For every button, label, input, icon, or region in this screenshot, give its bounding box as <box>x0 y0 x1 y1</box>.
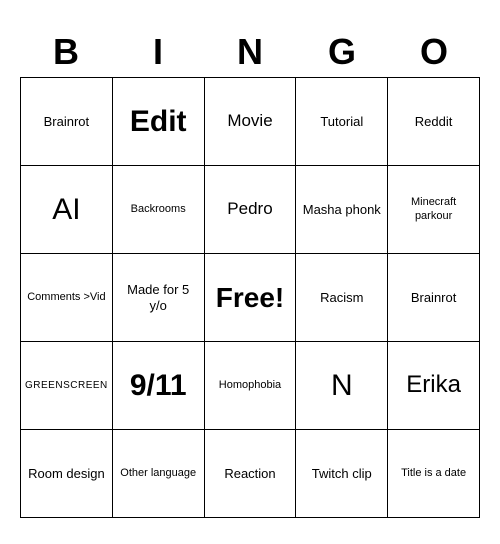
bingo-cell-0: Brainrot <box>21 78 113 166</box>
bingo-card: B I N G O Brainrot Edit Movie Tutorial Reddi… <box>20 26 480 518</box>
cell-text-18: N <box>331 368 353 404</box>
bingo-cell-24: Title is a date <box>388 430 480 518</box>
bingo-cell-14: Brainrot <box>388 254 480 342</box>
letter-o: O <box>388 26 480 77</box>
cell-text-5: AI <box>52 192 80 228</box>
bingo-header: B I N G O <box>20 26 480 77</box>
cell-text-16: 9/11 <box>130 368 187 404</box>
cell-text-24: Title is a date <box>401 467 466 480</box>
cell-text-20: Room design <box>28 466 105 482</box>
letter-b: B <box>20 26 112 77</box>
bingo-cell-5: AI <box>21 166 113 254</box>
bingo-cell-23: Twitch clip <box>296 430 388 518</box>
bingo-cell-2: Movie <box>205 78 297 166</box>
cell-text-4: Reddit <box>415 114 453 130</box>
bingo-grid: Brainrot Edit Movie Tutorial Reddit AI Backroo… <box>20 77 480 518</box>
cell-text-14: Brainrot <box>411 290 457 306</box>
cell-text-3: Tutorial <box>320 114 363 130</box>
letter-n: N <box>204 26 296 77</box>
cell-text-12: Free! <box>216 281 284 315</box>
letter-g: G <box>296 26 388 77</box>
cell-text-9: Minecraft parkour <box>392 196 475 222</box>
cell-text-0: Brainrot <box>44 114 90 130</box>
bingo-cell-18: N <box>296 342 388 430</box>
cell-text-11: Made for 5 y/o <box>117 282 200 313</box>
bingo-cell-13: Racism <box>296 254 388 342</box>
cell-text-13: Racism <box>320 290 363 306</box>
bingo-cell-6: Backrooms <box>113 166 205 254</box>
cell-text-6: Backrooms <box>131 203 186 216</box>
bingo-cell-7: Pedro <box>205 166 297 254</box>
cell-text-10: Comments >Vid <box>27 291 105 304</box>
cell-text-22: Reaction <box>224 466 275 482</box>
bingo-cell-9: Minecraft parkour <box>388 166 480 254</box>
cell-text-7: Pedro <box>227 199 272 219</box>
cell-text-21: Other language <box>120 467 196 480</box>
bingo-cell-12: Free! <box>205 254 297 342</box>
bingo-cell-3: Tutorial <box>296 78 388 166</box>
bingo-cell-19: Erika <box>388 342 480 430</box>
bingo-cell-4: Reddit <box>388 78 480 166</box>
cell-text-17: Homophobia <box>219 379 281 392</box>
bingo-cell-15: GREENSCREEN <box>21 342 113 430</box>
bingo-cell-20: Room design <box>21 430 113 518</box>
bingo-cell-21: Other language <box>113 430 205 518</box>
cell-text-23: Twitch clip <box>312 466 372 482</box>
bingo-cell-16: 9/11 <box>113 342 205 430</box>
bingo-cell-10: Comments >Vid <box>21 254 113 342</box>
bingo-cell-22: Reaction <box>205 430 297 518</box>
bingo-cell-8: Masha phonk <box>296 166 388 254</box>
cell-text-1: Edit <box>130 104 187 140</box>
cell-text-19: Erika <box>406 371 461 400</box>
letter-i: I <box>112 26 204 77</box>
cell-text-15: GREENSCREEN <box>25 380 108 392</box>
bingo-cell-11: Made for 5 y/o <box>113 254 205 342</box>
bingo-cell-1: Edit <box>113 78 205 166</box>
cell-text-8: Masha phonk <box>303 202 381 218</box>
bingo-cell-17: Homophobia <box>205 342 297 430</box>
cell-text-2: Movie <box>227 111 272 131</box>
